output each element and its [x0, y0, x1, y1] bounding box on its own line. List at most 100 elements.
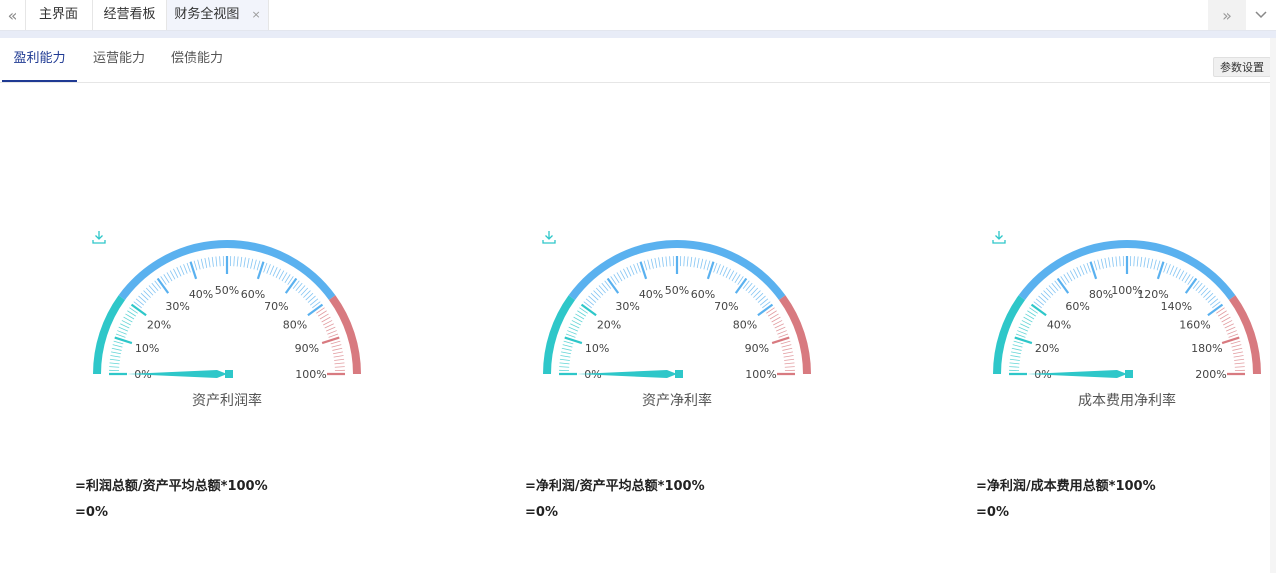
gauge-minor-tick: [573, 316, 583, 323]
gauge-minor-tick: [1021, 320, 1031, 326]
formula-text: =净利润/成本费用总额*100%: [976, 479, 1156, 494]
gauge-panel: 0%20%40%60%80%100%120%140%160%180%200% 成…: [992, 230, 1276, 420]
gauge-minor-tick: [665, 256, 668, 267]
download-icon[interactable]: [992, 230, 1006, 244]
subtab-operation[interactable]: 运营能力: [80, 38, 158, 82]
gauge-minor-tick: [700, 258, 704, 269]
gauge-minor-tick: [1013, 340, 1024, 345]
gauge-minor-tick: [722, 267, 728, 277]
gauge-tick-label: 90%: [295, 342, 319, 355]
gauge-axis-segment: [993, 295, 1026, 375]
gauge-minor-tick: [1093, 260, 1098, 271]
gauge-tick-label: 40%: [1047, 319, 1071, 332]
gauge-minor-tick: [1015, 333, 1026, 338]
gauge-minor-tick: [559, 362, 570, 365]
gauge-minor-tick: [1119, 256, 1121, 267]
close-icon[interactable]: ×: [251, 8, 260, 21]
gauge-minor-tick: [319, 313, 329, 320]
subtab-profitability[interactable]: 盈利能力: [2, 38, 77, 82]
gauge-tick-label: 20%: [1035, 342, 1059, 355]
gauge-minor-tick: [661, 256, 664, 267]
gauge-axis-segment: [1228, 295, 1261, 375]
scroll-tabs-left-button[interactable]: «: [0, 0, 26, 30]
gauge-minor-tick: [1009, 362, 1020, 365]
gauge-minor-tick: [728, 270, 735, 280]
download-icon[interactable]: [92, 230, 106, 244]
gauge-minor-tick: [716, 264, 721, 274]
gauge-minor-tick: [1012, 344, 1023, 348]
gauge-minor-tick: [626, 267, 632, 277]
gauge-minor-tick: [331, 344, 342, 348]
gauge-tick-label: 140%: [1161, 300, 1192, 313]
gauge-tick-label: 100%: [295, 368, 326, 381]
formula-text: =利润总额/资产平均总额*100%: [75, 479, 268, 494]
gauge-tick-label: 80%: [1089, 288, 1113, 301]
gauge-minor-tick: [113, 340, 124, 345]
gauge-tick-label: 10%: [135, 342, 159, 355]
gauge-minor-tick: [246, 258, 250, 268]
gauge-tick-label: 100%: [745, 368, 776, 381]
gauge-tick-label: 60%: [691, 288, 715, 301]
download-icon[interactable]: [542, 230, 556, 244]
gauge-minor-tick: [1232, 347, 1243, 351]
scroll-tabs-right-button[interactable]: »: [1208, 0, 1246, 30]
gauge-major-tick: [1030, 303, 1047, 317]
gauge-panel: 0%10%20%30%40%50%60%70%80%90%100% 资产利润率: [92, 230, 382, 420]
gauge-minor-tick: [774, 323, 784, 329]
gauge-minor-tick: [778, 333, 789, 338]
gauge-minor-tick: [771, 316, 781, 323]
gauge-minor-tick: [669, 256, 671, 267]
gauge-minor-tick: [183, 264, 188, 274]
gauge-minor-tick: [570, 323, 580, 329]
tab-dashboard[interactable]: 经营看板: [93, 0, 167, 30]
gauge-minor-tick: [263, 262, 268, 273]
gauge-minor-tick: [784, 366, 795, 368]
gauge-minor-tick: [109, 362, 120, 365]
gauge-tick-label: 70%: [264, 300, 288, 313]
gauge-major-tick: [307, 303, 324, 317]
gauge-minor-tick: [1086, 262, 1091, 273]
gauge-minor-tick: [1066, 272, 1073, 282]
formula-result: =0%: [976, 505, 1009, 520]
subtab-solvency[interactable]: 偿债能力: [158, 38, 236, 82]
tab-menu-dropdown-button[interactable]: [1246, 0, 1276, 30]
gauge-minor-tick: [559, 366, 570, 368]
formula-result: =0%: [75, 505, 108, 520]
tab-main[interactable]: 主界面: [25, 0, 93, 30]
gauge-minor-tick: [333, 355, 344, 358]
gauge-minor-tick: [330, 340, 341, 345]
tab-label: 经营看板: [103, 7, 156, 22]
tab-label: 财务全视图: [174, 7, 240, 22]
gauge-minor-tick: [1111, 256, 1114, 267]
gauge-minor-tick: [731, 272, 738, 282]
gauge-minor-tick: [1140, 256, 1143, 267]
gauge-minor-tick: [166, 272, 173, 282]
gauge-axis-segment: [778, 295, 811, 375]
gauge-major-tick: [606, 277, 620, 294]
gauge-minor-tick: [693, 257, 696, 268]
gauge-axis-segment: [328, 295, 361, 375]
gauge-minor-tick: [1223, 320, 1233, 326]
gauge-minor-tick: [176, 267, 182, 277]
gauge-minor-tick: [633, 264, 638, 274]
gauge-minor-tick: [1115, 256, 1118, 267]
tab-finance-overview[interactable]: 财务全视图 ×: [167, 0, 269, 30]
gauge-minor-tick: [328, 333, 339, 338]
gauge-minor-tick: [272, 267, 278, 277]
gauge-title: 资产利润率: [192, 393, 262, 409]
gauge-minor-tick: [1009, 366, 1020, 368]
gauge-minor-tick: [725, 268, 731, 278]
gauge-minor-tick: [643, 260, 648, 271]
gauge-minor-tick: [575, 313, 585, 320]
gauge-minor-tick: [240, 256, 243, 267]
gauge-minor-tick: [215, 256, 218, 267]
gauge-minor-tick: [1150, 258, 1154, 269]
gauge-minor-tick: [1023, 316, 1033, 323]
gauge-minor-tick: [1020, 323, 1030, 329]
gauge-minor-tick: [120, 323, 130, 329]
gauge-minor-tick: [173, 268, 179, 278]
vertical-scrollbar[interactable]: [1270, 38, 1276, 573]
tab-strip-band: [0, 31, 1276, 38]
gauge-tick-label: 60%: [1065, 300, 1089, 313]
parameter-settings-button[interactable]: 参数设置: [1213, 57, 1271, 77]
